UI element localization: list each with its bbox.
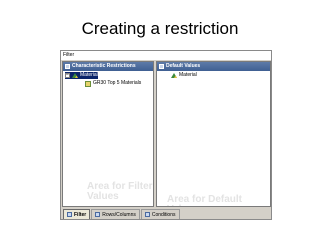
- tab-label: Conditions: [151, 211, 176, 218]
- window-title: Filter: [61, 51, 271, 60]
- tree-item-label: Material: [80, 72, 98, 78]
- tree-item-material[interactable]: − Material: [65, 72, 98, 79]
- characteristic-icon: [171, 73, 177, 78]
- tab-label: Filter: [74, 211, 87, 218]
- filter-window: Filter Characteristic Restrictions − Mat…: [60, 50, 272, 220]
- default-values-title: Default Values: [166, 63, 201, 69]
- pane-header-icon: [159, 64, 164, 69]
- watermark-line-2: Values: [87, 191, 119, 202]
- collapse-icon[interactable]: −: [65, 73, 70, 78]
- characteristic-icon: [72, 73, 78, 78]
- tab-rows-columns[interactable]: Rows/Columns: [91, 209, 140, 219]
- tab-filter[interactable]: Filter: [63, 209, 91, 219]
- tree-item-label: GR30 Top 5 Materials: [93, 80, 142, 86]
- tree-item-label: Material: [179, 72, 197, 78]
- tree-item-gr30-top5[interactable]: GR30 Top 5 Materials: [85, 80, 141, 87]
- default-values-pane[interactable]: Default Values Material Area for Default…: [156, 61, 271, 207]
- default-values-watermark: Area for Default Values: [167, 194, 243, 207]
- characteristic-restrictions-header: Characteristic Restrictions: [63, 62, 153, 71]
- restriction-icon: [85, 80, 91, 87]
- rows-columns-icon: [95, 212, 101, 217]
- tree-item-material[interactable]: Material: [171, 72, 197, 79]
- filter-icon: [67, 212, 72, 217]
- default-values-header: Default Values: [157, 62, 270, 71]
- characteristic-restrictions-pane[interactable]: Characteristic Restrictions − Material G…: [62, 61, 154, 207]
- tab-conditions[interactable]: Conditions: [140, 209, 180, 219]
- tab-bar: Filter Rows/Columns Conditions: [61, 208, 271, 219]
- filter-area-watermark: Area for Filter Values: [87, 182, 153, 202]
- pane-header-icon: [65, 64, 70, 69]
- slide-title: Creating a restriction: [81, 19, 239, 38]
- tab-label: Rows/Columns: [102, 211, 136, 218]
- characteristic-restrictions-title: Characteristic Restrictions: [72, 63, 136, 69]
- conditions-icon: [144, 212, 150, 217]
